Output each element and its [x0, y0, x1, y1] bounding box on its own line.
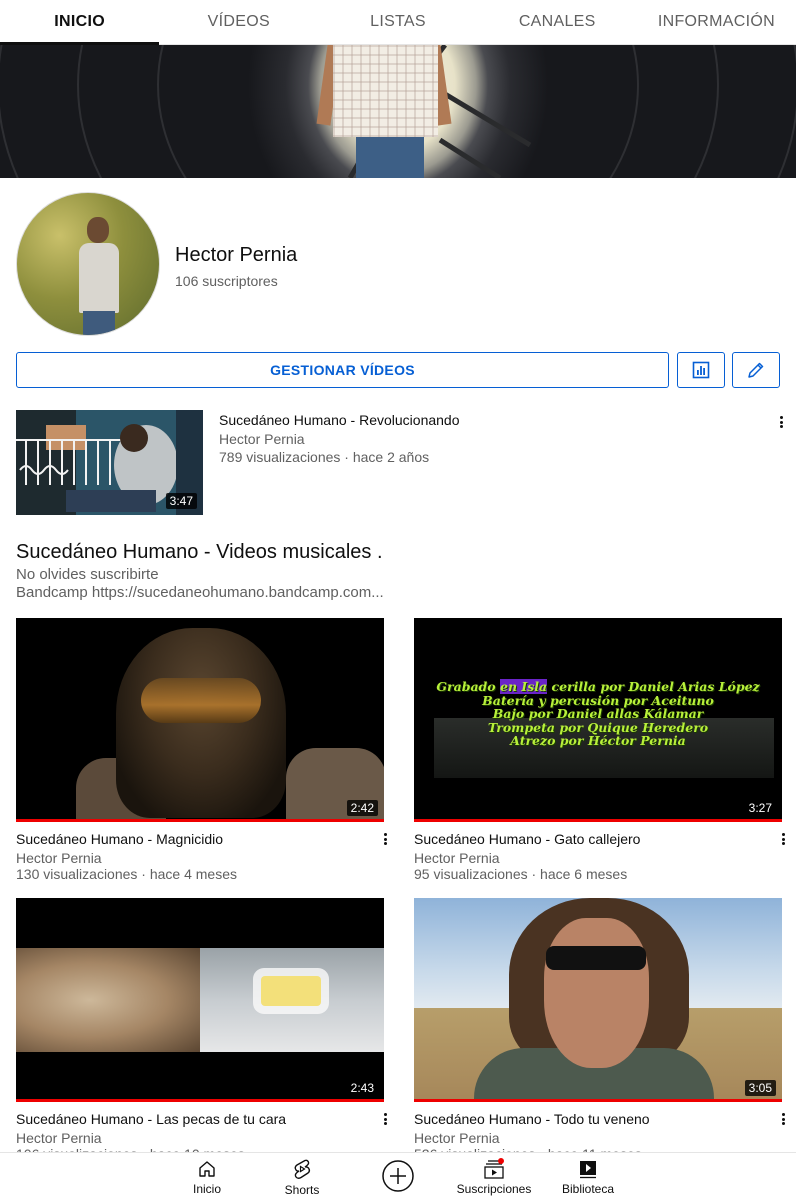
tab-videos[interactable]: VÍDEOS	[159, 0, 318, 44]
thumbnail-credits: Grabado en Isla cerilla por Daniel Arias…	[414, 679, 782, 748]
credit-line: Grabado en Isla cerilla por Daniel Arias…	[436, 679, 760, 694]
home-icon	[199, 1160, 215, 1177]
video-stats: 789 visualizaciones · hace 2 años	[219, 449, 430, 465]
video-stats: 130 visualizaciones · hace 4 meses	[16, 866, 238, 882]
video-title[interactable]: Sucedáneo Humano - Gato callejero	[414, 831, 640, 847]
featured-video[interactable]: 3:47 Sucedáneo Humano - Revolucionando H…	[16, 410, 788, 516]
avatar[interactable]	[16, 192, 160, 336]
video-card[interactable]: 3:05 Sucedáneo Humano - Todo tu veneno H…	[414, 898, 786, 1168]
section-description: No olvides suscribirte	[16, 566, 159, 583]
thumbnail-butter	[261, 976, 321, 1006]
video-thumbnail[interactable]: 2:43	[16, 898, 384, 1102]
thumbnail-helmet	[116, 628, 286, 818]
more-options-icon[interactable]	[379, 831, 391, 847]
analytics-button[interactable]	[677, 352, 725, 388]
video-channel: Hector Pernia	[16, 850, 102, 866]
thumbnail-sunglasses	[546, 946, 646, 970]
channel-header: Hector Pernia 106 suscriptores	[16, 192, 780, 338]
watch-progress-bar	[16, 819, 384, 822]
video-duration: 3:05	[744, 1080, 776, 1096]
nav-home[interactable]: Inicio	[182, 1153, 232, 1200]
nav-label: Biblioteca	[561, 1181, 615, 1196]
credit-line: Trompeta por Quique Heredero	[487, 719, 709, 735]
video-title[interactable]: Sucedáneo Humano - Todo tu veneno	[414, 1111, 650, 1127]
section-description: Bandcamp https://sucedaneohumano.bandcam…	[16, 584, 384, 601]
section-title[interactable]: Sucedáneo Humano - Videos musicales .	[16, 541, 383, 564]
banner-person-jeans	[356, 137, 424, 178]
video-stats: 95 visualizaciones · hace 6 meses	[414, 866, 628, 882]
avatar-figure-head	[87, 217, 109, 243]
tab-canales[interactable]: CANALES	[478, 0, 637, 44]
video-duration: 3:47	[165, 493, 197, 509]
create-icon	[382, 1159, 414, 1192]
nav-label: Suscripciones	[456, 1181, 532, 1196]
thumbnail-visor	[141, 678, 261, 723]
bottom-navigation: Inicio Shorts Suscripciones Biblioteca	[0, 1152, 796, 1200]
credit-line: Atrezo por Héctor Pernia	[510, 733, 686, 748]
video-title[interactable]: Sucedáneo Humano - Magnicidio	[16, 831, 223, 847]
watch-progress-bar	[414, 1099, 782, 1102]
nav-library[interactable]: Biblioteca	[555, 1153, 621, 1200]
video-thumbnail[interactable]: 3:47	[16, 410, 203, 515]
video-channel: Hector Pernia	[414, 1130, 500, 1146]
video-title[interactable]: Sucedáneo Humano - Revolucionando	[219, 412, 460, 428]
more-options-icon[interactable]	[775, 414, 787, 430]
more-options-icon[interactable]	[777, 1111, 789, 1127]
video-duration: 3:27	[744, 800, 776, 816]
nav-create[interactable]	[376, 1153, 420, 1200]
credit-line: Batería y percusión por Aceituno	[482, 692, 714, 708]
credit-highlight: en Isla	[500, 679, 548, 694]
video-thumbnail[interactable]: 2:42	[16, 618, 384, 822]
video-card[interactable]: 2:43 Sucedáneo Humano - Las pecas de tu …	[16, 898, 388, 1168]
more-options-icon[interactable]	[777, 831, 789, 847]
video-channel: Hector Pernia	[219, 431, 305, 447]
video-card[interactable]: Grabado en Isla cerilla por Daniel Arias…	[414, 618, 786, 888]
video-card[interactable]: 2:42 Sucedáneo Humano - Magnicidio Hecto…	[16, 618, 388, 888]
nav-shorts[interactable]: Shorts	[277, 1153, 327, 1200]
video-thumbnail[interactable]: 3:05	[414, 898, 782, 1102]
pencil-icon	[748, 362, 764, 378]
tab-inicio[interactable]: INICIO	[0, 0, 160, 45]
banner-person	[333, 45, 438, 137]
thumbnail-face	[544, 918, 649, 1068]
avatar-figure-body	[79, 243, 119, 313]
tab-informacion[interactable]: INFORMACIÓN	[637, 0, 796, 44]
edit-channel-button[interactable]	[732, 352, 780, 388]
channel-name: Hector Pernia	[175, 244, 298, 266]
video-duration: 2:43	[346, 1080, 378, 1096]
avatar-figure-legs	[83, 311, 115, 335]
shorts-icon	[294, 1159, 311, 1179]
more-options-icon[interactable]	[379, 1111, 391, 1127]
tab-listas[interactable]: LISTAS	[318, 0, 477, 44]
channel-tabs: INICIO VÍDEOS LISTAS CANALES INFORMACIÓN	[0, 0, 796, 45]
video-channel: Hector Pernia	[414, 850, 500, 866]
library-icon	[580, 1160, 596, 1178]
channel-banner	[0, 45, 796, 178]
notification-dot	[498, 1158, 504, 1164]
analytics-icon	[692, 361, 710, 379]
nav-label: Inicio	[192, 1181, 221, 1196]
manage-videos-button[interactable]: GESTIONAR VÍDEOS	[16, 352, 669, 388]
subscriber-count: 106 suscriptores	[175, 273, 278, 289]
nav-subscriptions[interactable]: Suscripciones	[450, 1153, 538, 1200]
thumbnail-bread	[16, 948, 200, 1052]
watch-progress-bar	[16, 1099, 384, 1102]
video-duration: 2:42	[346, 800, 378, 816]
video-channel: Hector Pernia	[16, 1130, 102, 1146]
credit-line: Bajo por Daniel allas Kálamar	[492, 706, 704, 721]
video-thumbnail[interactable]: Grabado en Isla cerilla por Daniel Arias…	[414, 618, 782, 822]
watch-progress-bar	[414, 819, 782, 822]
nav-label: Shorts	[284, 1182, 320, 1197]
video-title[interactable]: Sucedáneo Humano - Las pecas de tu cara	[16, 1111, 286, 1127]
